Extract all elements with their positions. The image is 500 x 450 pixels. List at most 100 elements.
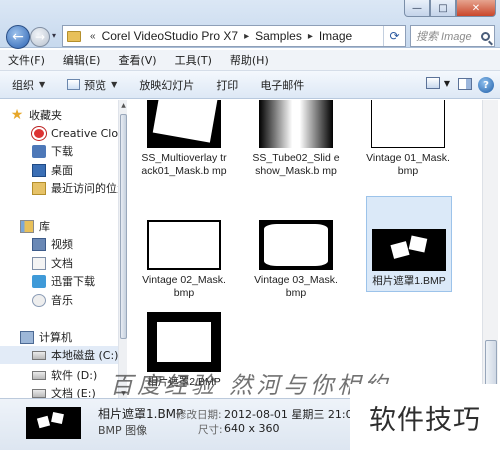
scrollbar-thumb[interactable] [120,114,127,339]
search-placeholder: 搜索 Image [416,31,472,43]
preview-pane-toggle-icon[interactable] [458,78,472,90]
menu-tools[interactable]: 工具(T) [175,52,212,68]
file-item-selected[interactable]: 相片遮罩1.BMP [366,196,452,292]
command-bar: 组织 ▼ 预览 ▼ 放映幻灯片 打印 电子邮件 ▼ ? [0,71,500,99]
slideshow-button[interactable]: 放映幻灯片 [139,77,194,93]
sidebar-item-drive-c[interactable]: 本地磁盘 (C:) [0,346,118,364]
breadcrumb-separator-icon[interactable]: ▸ [241,31,252,42]
navigation-pane: ★ 收藏夹 Creative Clouc 下载 桌面 最近访问的位置 库 视频 … [0,100,127,398]
file-list-scrollbar[interactable] [482,100,498,398]
video-library-icon [32,237,46,251]
title-address-bar: — □ ✕ ← → ▾ « Corel VideoStudio Pro X7 ▸… [0,0,500,49]
file-item[interactable]: SS_Tube02_Slid eshow_Mask.b mp [252,100,340,178]
file-thumbnail [147,220,221,270]
sidebar-item-xunlei[interactable]: 迅雷下载 [32,272,95,290]
file-item[interactable]: Vintage 03_Mask.bmp [252,220,340,300]
menu-file[interactable]: 文件(F) [8,52,45,68]
breadcrumb-overflow[interactable]: « [87,31,99,42]
forward-button[interactable]: → [30,27,50,47]
breadcrumb-samples[interactable]: Samples [252,29,305,43]
search-icon[interactable] [481,31,490,41]
email-button[interactable]: 电子邮件 [260,77,304,93]
drive-icon [32,388,46,398]
menu-help[interactable]: 帮助(H) [230,52,269,68]
sidebar-item-label: 软件 (D:) [51,369,98,382]
details-size-value: 640 x 360 [224,422,280,435]
recent-places-icon [32,181,46,195]
navigation-scrollbar[interactable]: ▲ ▼ [118,100,127,398]
file-name: SS_Tube02_Slid eshow_Mask.b mp [252,152,340,177]
sidebar-item-label: 计算机 [39,331,72,344]
file-thumbnail [372,229,446,271]
sidebar-item-recent-places[interactable]: 最近访问的位置 [32,179,127,197]
breadcrumb-image[interactable]: Image [316,29,355,43]
sidebar-item-label: 视频 [51,238,73,251]
file-item[interactable]: Vintage 02_Mask.bmp [140,220,228,300]
scroll-up-arrow-icon[interactable]: ▲ [119,100,128,110]
preview-label: 预览 [84,78,107,92]
star-icon: ★ [10,106,24,123]
breadcrumb-corel[interactable]: Corel VideoStudio Pro X7 [99,29,242,43]
file-name: 相片遮罩1.BMP [372,275,446,287]
sidebar-item-desktop[interactable]: 桌面 [32,161,73,179]
address-bar[interactable]: « Corel VideoStudio Pro X7 ▸ Samples ▸ I… [62,25,406,47]
breadcrumb-separator-icon[interactable]: ▸ [305,31,316,42]
sidebar-item-label: 最近访问的位置 [51,182,127,195]
sidebar-item-label: 桌面 [51,164,73,177]
library-icon [20,219,34,233]
help-icon[interactable]: ? [478,77,494,93]
xunlei-download-icon [32,274,46,288]
details-file-type: BMP 图像 [98,424,148,437]
organize-button[interactable]: 组织 ▼ [12,77,45,93]
details-file-name: 相片遮罩1.BMP [98,407,184,421]
refresh-icon[interactable]: ⟳ [383,26,405,46]
preview-button[interactable]: 预览 ▼ [67,77,117,93]
sidebar-item-label: 文档 (E:) [51,387,96,398]
documents-library-icon [32,256,46,270]
close-button[interactable]: ✕ [456,0,496,17]
sidebar-computer-header[interactable]: 计算机 [20,328,72,346]
sidebar-item-videos[interactable]: 视频 [32,235,73,253]
file-thumbnail [371,100,445,148]
sidebar-item-downloads[interactable]: 下载 [32,142,73,160]
maximize-button[interactable]: □ [430,0,456,17]
back-button[interactable]: ← [6,25,30,49]
creative-cloud-icon [32,126,46,140]
sidebar-item-creative-cloud[interactable]: Creative Clouc [32,124,127,142]
file-thumbnail [147,312,221,372]
drive-icon [32,370,46,380]
view-icon [425,77,440,89]
sidebar-favorites-header[interactable]: ★ 收藏夹 [10,106,62,124]
details-modified-value: 2012-08-01 星期三 21:00 [224,408,360,421]
file-list: SS_Multioverlay track01_Mask.b mp SS_Tub… [128,100,480,398]
watermark-badge: 软件技巧 [350,384,500,450]
sidebar-item-label: 文档 [51,257,73,270]
computer-icon [20,330,34,344]
minimize-button[interactable]: — [404,0,430,17]
chevron-down-icon: ▼ [111,80,118,89]
sidebar-item-label: 音乐 [51,294,73,307]
chevron-down-icon: ▼ [443,78,450,88]
sidebar-item-label: Creative Clouc [51,126,127,140]
download-folder-icon [32,144,46,158]
sidebar-item-drive-d[interactable]: 软件 (D:) [32,366,97,384]
file-thumbnail [259,100,333,148]
menu-view[interactable]: 查看(V) [118,52,156,68]
music-library-icon [32,293,46,307]
sidebar-libraries-header[interactable]: 库 [20,217,50,235]
menu-edit[interactable]: 编辑(E) [63,52,101,68]
change-view-button[interactable]: ▼ [425,77,450,89]
print-button[interactable]: 打印 [216,77,238,93]
sidebar-item-label: 库 [39,220,50,233]
file-item[interactable]: Vintage 01_Mask.bmp [364,100,452,178]
file-item[interactable]: SS_Multioverlay track01_Mask.b mp [140,100,228,178]
window-controls: — □ ✕ [404,0,496,20]
sidebar-item-music[interactable]: 音乐 [32,291,73,309]
search-input[interactable]: 搜索 Image [410,25,495,47]
recent-pages-dropdown-icon[interactable]: ▾ [52,31,56,40]
drive-icon [32,350,46,360]
sidebar-item-documents[interactable]: 文档 [32,254,73,272]
sidebar-item-drive-e[interactable]: 文档 (E:) [32,384,96,398]
file-thumbnail [259,220,333,270]
file-name: Vintage 03_Mask.bmp [254,274,338,299]
